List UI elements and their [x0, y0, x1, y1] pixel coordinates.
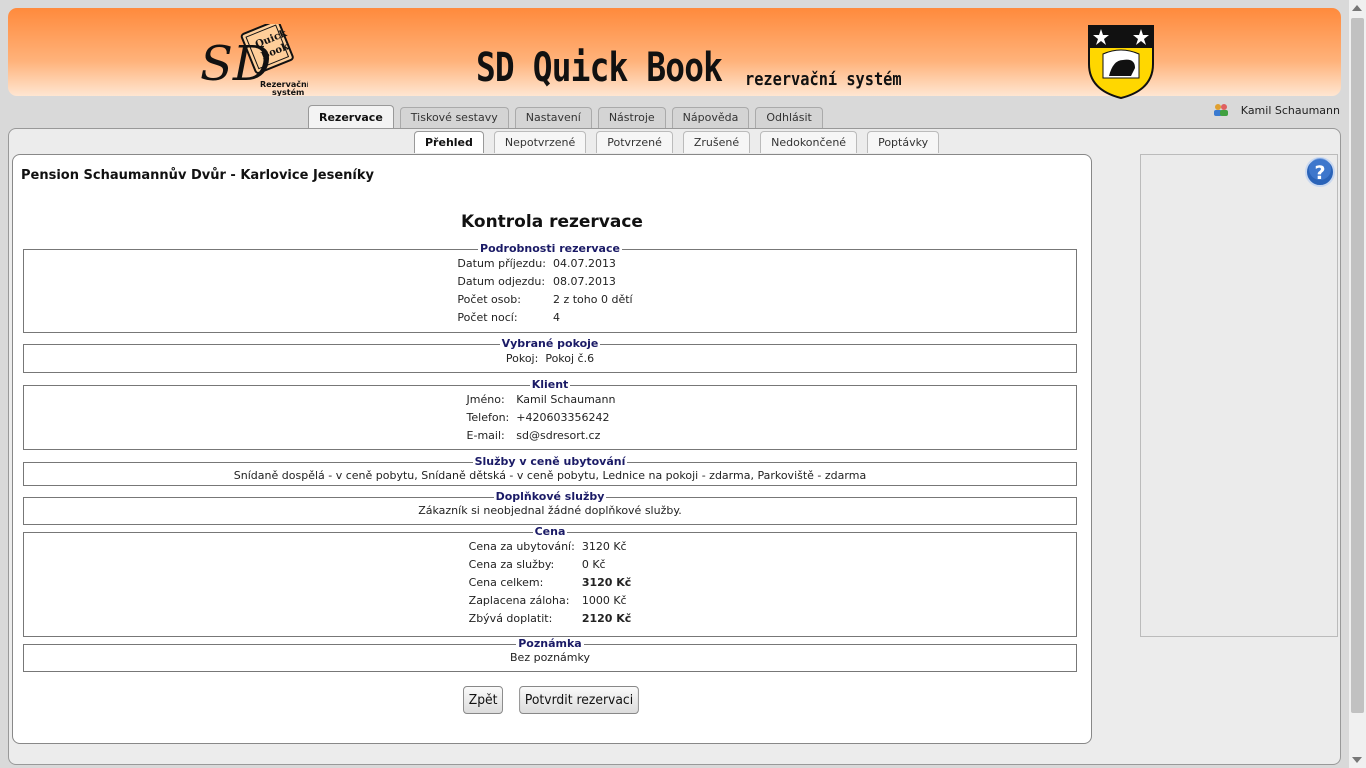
section-details: Podrobnosti rezervace Datum příjezdu: 04… — [23, 243, 1077, 333]
main-tabs: Rezervace Tiskové sestavy Nastavení Nást… — [308, 105, 823, 130]
users-icon — [1213, 104, 1228, 116]
section-extra-services: Doplňkové služby Zákazník si neobjednal … — [23, 491, 1077, 525]
user-box: Kamil Schaumann — [1213, 103, 1340, 117]
price-value: 1000 Kč — [581, 594, 627, 607]
room-value: Pokoj č.6 — [545, 352, 595, 365]
section-legend: Doplňkové služby — [495, 490, 605, 503]
logo-system: systém — [272, 87, 304, 96]
room-label: Pokoj: — [505, 352, 539, 365]
tab-nastaveni[interactable]: Nastavení — [514, 107, 592, 128]
price-label: Cena za ubytování: — [468, 540, 575, 553]
section-note: Poznámka Bez poznámky — [23, 638, 1077, 672]
detail-label: Datum příjezdu: — [457, 257, 546, 270]
price-label: Cena za služby: — [468, 558, 555, 571]
subtab-potvrzene[interactable]: Potvrzené — [596, 131, 673, 153]
detail-label: Počet nocí: — [457, 311, 518, 324]
app-subtitle: rezervační systém — [745, 69, 902, 90]
back-button[interactable]: Zpět — [463, 686, 504, 714]
price-label: Zbývá doplatit: — [468, 612, 553, 625]
client-label: Telefon: — [466, 411, 510, 424]
subtab-zrusene[interactable]: Zrušené — [682, 131, 751, 153]
tab-rezervace[interactable]: Rezervace — [308, 105, 394, 130]
detail-value: 4 — [552, 311, 560, 324]
client-value: Kamil Schaumann — [516, 393, 616, 406]
subtab-poptavky[interactable]: Poptávky — [867, 131, 940, 153]
price-value: 3120 Kč — [581, 540, 627, 553]
price-label: Cena celkem: — [468, 576, 544, 589]
section-legend: Služby v ceně ubytování — [474, 455, 626, 468]
scroll-down-arrow-icon[interactable] — [1352, 757, 1362, 763]
client-value: sd@sdresort.cz — [516, 429, 601, 442]
section-legend: Klient — [531, 378, 569, 391]
crest-icon — [1088, 25, 1154, 100]
section-rooms: Vybrané pokoje Pokoj: Pokoj č.6 — [23, 338, 1077, 373]
pension-name: Pension Schaumannův Dvůr - Karlovice Jes… — [21, 168, 374, 183]
price-label: Zaplacena záloha: — [468, 594, 570, 607]
detail-value: 04.07.2013 — [552, 257, 616, 270]
detail-value: 2 z toho 0 dětí — [552, 293, 633, 306]
user-name[interactable]: Kamil Schaumann — [1241, 104, 1340, 117]
header-banner: Quick Book SD Rezervační systém SD Quick… — [8, 8, 1341, 100]
subtab-nepotvrzene[interactable]: Nepotvrzené — [493, 131, 587, 153]
app-title: SD Quick Book — [476, 45, 723, 91]
price-value: 0 Kč — [581, 558, 606, 571]
section-legend: Podrobnosti rezervace — [480, 242, 620, 255]
client-value: +420603356242 — [516, 411, 610, 424]
sd-quick-book-logo: Quick Book SD Rezervační systém — [200, 24, 308, 96]
note-text: Bez poznámky — [510, 651, 590, 664]
tab-odhlasit[interactable]: Odhlásit — [755, 107, 823, 128]
help-glyph: ? — [1314, 162, 1325, 184]
scrollbar-thumb[interactable] — [1351, 18, 1364, 713]
price-total-value: 3120 Kč — [581, 576, 632, 589]
help-icon[interactable]: ? — [1304, 156, 1336, 188]
scroll-up-arrow-icon[interactable] — [1352, 5, 1362, 11]
section-services-included: Služby v ceně ubytování Snídaně dospělá … — [23, 456, 1077, 486]
client-label: E-mail: — [466, 429, 505, 442]
page-title: Kontrola rezervace — [461, 212, 643, 232]
price-remaining-value: 2120 Kč — [581, 612, 632, 625]
subtab-nedokoncene[interactable]: Nedokončené — [760, 131, 858, 153]
confirm-reservation-button[interactable]: Potvrdit rezervaci — [518, 686, 639, 714]
extra-services-text: Zákazník si neobjednal žádné doplňkové s… — [418, 504, 682, 517]
tab-nastroje[interactable]: Nástroje — [597, 107, 666, 128]
vertical-scrollbar[interactable] — [1349, 0, 1366, 768]
detail-label: Počet osob: — [457, 293, 521, 306]
section-legend: Poznámka — [518, 637, 582, 650]
services-included-text: Snídaně dospělá - v ceně pobytu, Snídaně… — [233, 469, 867, 482]
client-label: Jméno: — [466, 393, 505, 406]
tab-napoveda[interactable]: Nápověda — [671, 107, 750, 128]
sub-tabs: Přehled Nepotvrzené Potvrzené Zrušené Ne… — [414, 131, 940, 153]
action-buttons: Zpět Potvrdit rezervaci — [13, 686, 1091, 714]
tab-tiskove-sestavy[interactable]: Tiskové sestavy — [399, 107, 509, 128]
side-panel — [1140, 154, 1338, 637]
detail-value: 08.07.2013 — [552, 275, 616, 288]
content-area: Pension Schaumannův Dvůr - Karlovice Jes… — [12, 154, 1092, 744]
section-legend: Vybrané pokoje — [501, 337, 599, 350]
section-price: Cena Cena za ubytování: 3120 Kč Cena za … — [23, 526, 1077, 637]
section-client: Klient Jméno: Kamil Schaumann Telefon: +… — [23, 379, 1077, 450]
detail-label: Datum odjezdu: — [457, 275, 546, 288]
section-legend: Cena — [534, 525, 566, 538]
subtab-prehled[interactable]: Přehled — [414, 131, 484, 153]
